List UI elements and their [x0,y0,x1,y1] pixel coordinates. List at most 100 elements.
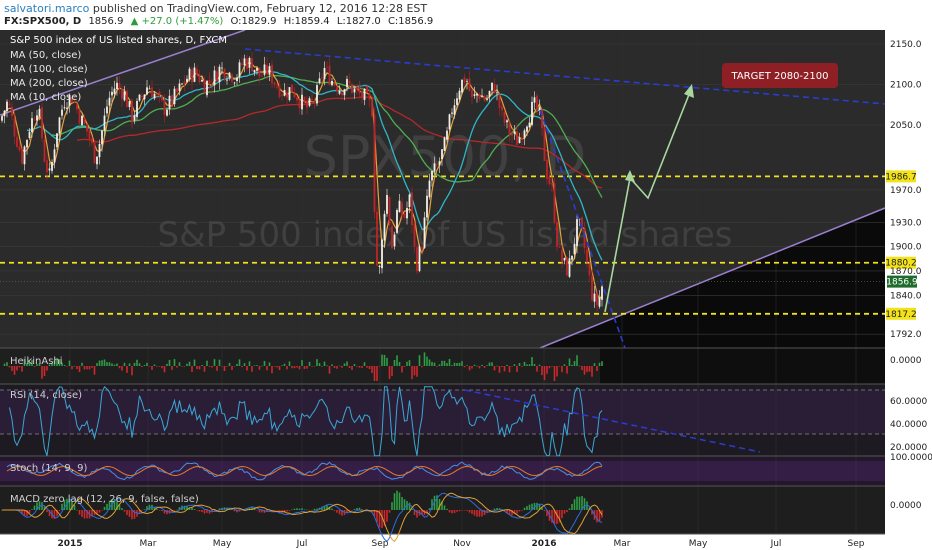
macd-bar [288,510,291,511]
heikin-bar [353,364,356,366]
macd-bar [566,510,568,513]
heikin-bar [341,366,343,368]
heikin-bar [546,366,548,374]
candle-body [223,68,226,80]
candle-body [91,138,93,144]
heikin-bar [266,366,268,371]
heikin-bar [191,366,193,372]
macd-bar [123,510,126,512]
heikin-bar [13,366,16,375]
candle-body [178,83,181,91]
macd-bar [361,509,363,510]
heikin-bar [553,366,556,381]
candle-body [533,97,536,103]
candle-body [136,100,138,117]
rsi-tick-40: 40.0000 [890,420,927,430]
macd-bar [273,510,276,511]
candle-body [531,101,533,125]
candle-body [103,115,106,131]
candle-body [333,82,336,86]
candle-body [338,90,341,94]
candle-body [508,122,511,135]
candle-body [483,96,486,101]
heikin-bar [498,366,501,373]
heikin-bar [531,357,533,366]
candle-body [591,275,593,301]
macd-bar [526,506,528,510]
heikin-bar [596,366,598,371]
heikin-bar [383,354,386,366]
x-tick-label: Jul [296,539,308,549]
author-link[interactable]: salvatori.marco [4,2,89,15]
heikin-bar [68,360,71,366]
heikin-bar [113,364,116,366]
candle-body [393,234,396,247]
candle-body [96,156,98,165]
candle-body [341,92,343,96]
heikin-bar [223,366,226,372]
macd-bar [33,505,36,510]
candle-body [211,85,213,87]
candle-body [556,222,558,247]
heikin-bar [233,366,236,367]
heikin-bar [271,366,273,374]
candle-body [238,62,241,77]
macd-value: 0.0000 [890,501,922,511]
heikin-bar [418,355,421,366]
heikin-bar [518,363,521,366]
heikin-bar [421,366,423,368]
heikin-bar [311,366,313,367]
macd-bar [428,508,431,510]
macd-bar [353,509,356,510]
candle-body [268,66,271,75]
macd-bar [76,509,78,511]
candle-body [421,247,423,250]
heikin-bar [83,366,86,370]
candle-body [1,116,3,121]
chart-svg[interactable]: SPX500, D S&P 500 index of US listed sha… [0,30,932,550]
high-value: H:1859.4 [283,16,330,27]
candle-body [133,115,136,121]
candle-body [78,110,81,124]
x-tick-label: May [213,539,232,549]
heikin-bar [101,360,103,366]
heikin-bar [473,364,476,366]
candle-body [41,107,43,139]
candle-body [186,78,188,83]
macd-label: MACD zero lag (12, 26, 9, false, false) [10,494,199,505]
candle-body [33,119,36,121]
heikin-bar [331,364,333,366]
candle-body [513,131,516,134]
candle-body [6,101,8,112]
heikin-bar [536,366,538,372]
candle-body [471,90,473,97]
candle-body [166,109,168,116]
macd-bar [396,490,398,510]
heikin-bar [493,366,496,371]
candle-body [488,91,491,98]
macd-bar [336,510,338,513]
macd-bar [306,509,308,511]
heikin-bar [308,361,311,366]
macd-bar [78,510,81,515]
macd-bar [291,509,293,510]
macd-bar [443,505,446,510]
heikin-bar [248,361,251,366]
candle-body [121,88,123,99]
heikin-bar [261,365,263,367]
heikin-bar [346,361,348,366]
heikin-bar [198,366,201,370]
candle-body [493,83,496,94]
heikin-bar [103,359,106,366]
candle-body [441,149,443,160]
candle-body [568,258,571,277]
macd-bar [308,510,311,511]
y-tick-label: 2100.0 [890,81,922,91]
heikin-bar [468,366,471,371]
macd-bar [573,499,576,510]
heikin-bar [76,366,78,370]
candle-body [16,136,18,147]
level-label: 1817.2 [885,310,917,320]
heikin-bar [268,362,271,366]
heikin-bar [78,366,81,373]
